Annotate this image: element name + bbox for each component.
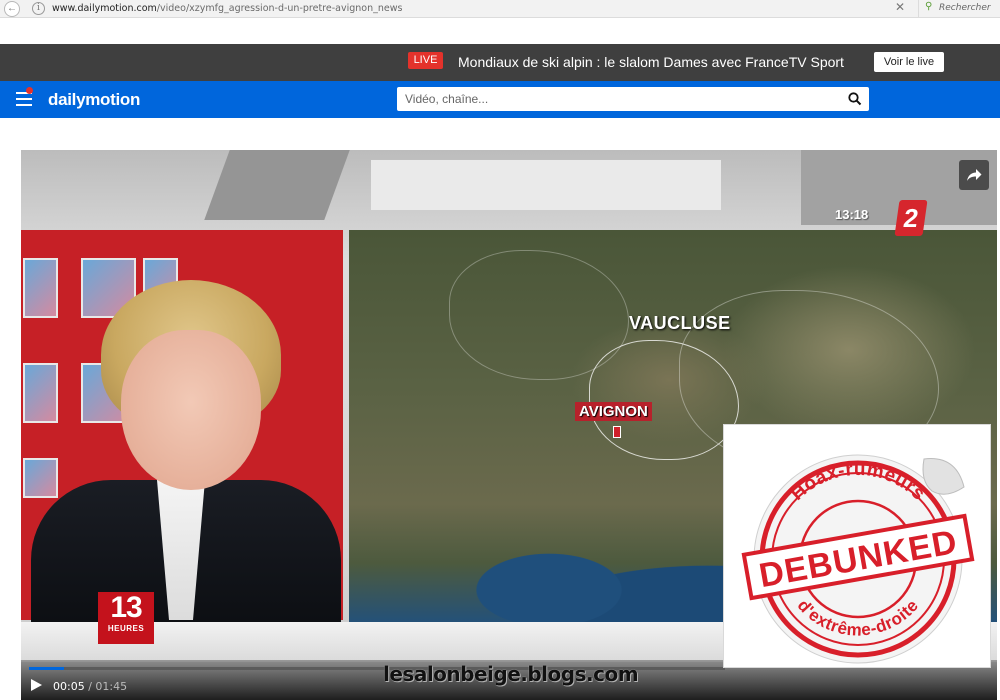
url-domain: www.dailymotion.com: [52, 3, 157, 14]
address-url[interactable]: www.dailymotion.com/video/xzymfg_agressi…: [52, 3, 402, 14]
play-icon[interactable]: [29, 678, 43, 692]
live-headline[interactable]: Mondiaux de ski alpin : le slalom Dames …: [458, 54, 844, 70]
live-banner: LIVE Mondiaux de ski alpin : le slalom D…: [0, 44, 1000, 81]
map-pin-icon: [613, 426, 621, 438]
search-icon: ⚲: [925, 1, 933, 12]
search-icon[interactable]: [847, 91, 863, 107]
back-arrow-icon[interactable]: ←: [4, 1, 20, 17]
show-logo: 13 HEURES: [98, 592, 154, 644]
live-badge: LIVE: [408, 52, 443, 69]
watermark-text: lesalonbeige.blogs.com: [383, 662, 639, 686]
channel-logo: 2: [894, 200, 928, 236]
map-label-region: VAUCLUSE: [629, 313, 731, 333]
progress-fill: [29, 667, 64, 670]
channel-clock: 13:18: [835, 207, 869, 222]
share-button[interactable]: [959, 160, 989, 190]
browser-search-placeholder: Rechercher: [939, 3, 991, 13]
show-logo-label: HEURES: [107, 624, 145, 633]
debunked-sticker: Hoax-rumeurs d'extrême-droite DEBUNKED: [723, 424, 991, 668]
current-time: 00:05: [53, 680, 85, 693]
site-info-icon[interactable]: i: [32, 2, 45, 15]
news-presenter: [21, 230, 341, 630]
time-display: 00:05 / 01:45: [53, 680, 127, 693]
search-input[interactable]: [405, 91, 835, 107]
browser-search-box[interactable]: ⚲ Rechercher: [918, 0, 1000, 18]
notification-dot: [26, 87, 33, 94]
watch-live-button[interactable]: Voir le live: [874, 52, 944, 72]
duration: 01:45: [95, 680, 128, 693]
map-label-city: AVIGNON: [575, 402, 652, 421]
share-arrow-icon: [967, 169, 982, 181]
close-icon[interactable]: ✕: [895, 0, 905, 14]
dailymotion-logo[interactable]: dailymotion: [48, 90, 140, 110]
hamburger-menu-icon[interactable]: [16, 92, 32, 106]
time-separator: /: [88, 680, 92, 693]
site-search-box: [397, 87, 869, 111]
url-path: /video/xzymfg_agression-d-un-pretre-avig…: [156, 3, 403, 14]
browser-address-bar: ← i www.dailymotion.com/video/xzymfg_agr…: [0, 0, 1000, 18]
debunked-stamp-graphic: Hoax-rumeurs d'extrême-droite DEBUNKED: [741, 454, 975, 664]
show-logo-number: 13: [110, 591, 142, 624]
